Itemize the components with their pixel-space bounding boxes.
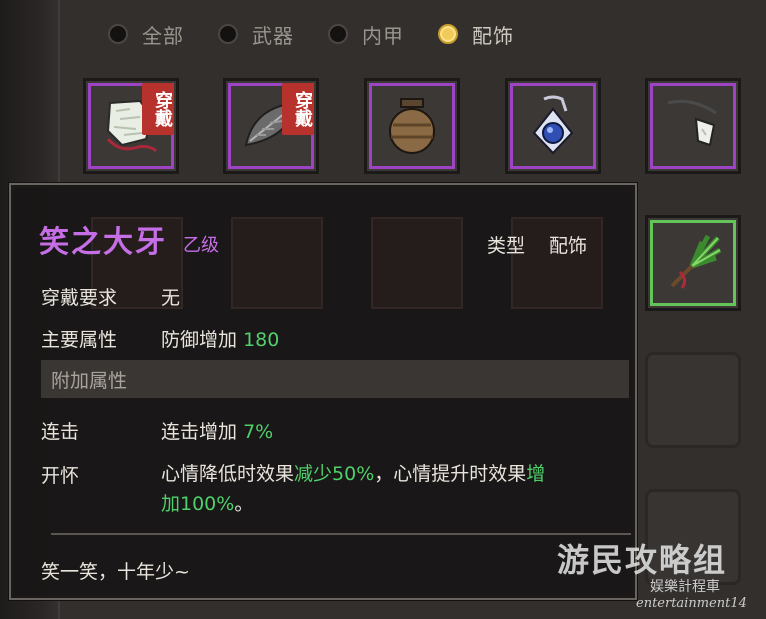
cheer-text: 。: [234, 493, 254, 515]
item-slot-4[interactable]: [505, 78, 601, 174]
combo-value: 连击增加 7%: [161, 417, 273, 444]
cheer-description: 心情降低时效果减少50%，心情提升时效果增加100%。: [161, 459, 631, 519]
category-tabs: 全部 武器 内甲 配饰: [108, 14, 548, 54]
tooth-necklace-icon: [667, 99, 717, 147]
tab-label: 武器: [252, 23, 294, 48]
item-slot-2[interactable]: 穿戴: [223, 78, 319, 174]
faded-item-slot: [371, 217, 463, 309]
empty-slot[interactable]: [645, 352, 741, 448]
main-attribute-value: 防御增加 180: [161, 325, 279, 352]
tab-weapon[interactable]: 武器: [218, 20, 294, 49]
cheer-text: ，心情提升时效果: [374, 463, 527, 485]
radio-icon[interactable]: [218, 24, 238, 44]
requirement-value: 无: [161, 287, 181, 309]
combo-text: 连击增加: [161, 421, 238, 443]
extra-attributes-header: 附加属性: [41, 360, 629, 398]
equipped-badge: 穿戴: [142, 83, 174, 135]
flavor-text: 笑一笑，十年少~: [41, 561, 190, 583]
combo-label: 连击: [41, 421, 80, 443]
defense-number: 180: [243, 329, 280, 351]
item-name: 笑之大牙: [39, 225, 167, 260]
radio-icon[interactable]: [108, 24, 128, 44]
watermark-en: entertainment14: [636, 596, 747, 611]
item-tooltip: 笑之大牙 乙级 类型 配饰 穿戴要求 无 主要属性 防御增加 180 附加属性 …: [9, 183, 637, 600]
item-type-label: 类型: [487, 235, 526, 257]
tab-armor[interactable]: 内甲: [328, 20, 404, 49]
cheer-number: 增: [526, 463, 546, 485]
item-slot-5[interactable]: [645, 78, 741, 174]
combo-number: 7%: [243, 421, 274, 443]
equipped-badge: 穿戴: [282, 83, 314, 135]
cheer-text: 心情降低时效果: [161, 463, 295, 485]
item-grade: 乙级: [183, 235, 219, 256]
watermark-sub: 娱樂計程車: [650, 579, 720, 595]
radio-selected-icon[interactable]: [438, 24, 458, 44]
tab-all[interactable]: 全部: [108, 20, 184, 49]
item-slot-1[interactable]: 穿戴: [83, 78, 179, 174]
tab-label: 全部: [142, 23, 184, 48]
requirement-label: 穿戴要求: [41, 287, 118, 309]
cheer-number: 减少50%: [294, 463, 375, 485]
divider: [51, 533, 631, 535]
cheer-label: 开怀: [41, 465, 80, 487]
item-type-value: 配饰: [549, 235, 588, 257]
main-attribute-label: 主要属性: [41, 329, 118, 351]
section-title: 附加属性: [51, 370, 128, 392]
faded-item-slot: [231, 217, 323, 309]
green-herb-bundle-icon: [670, 234, 722, 289]
item-slot-3[interactable]: [364, 78, 460, 174]
main-attribute-text: 防御增加: [161, 329, 238, 351]
tab-label: 内甲: [362, 23, 404, 48]
radio-icon[interactable]: [328, 24, 348, 44]
item-slot-6[interactable]: [645, 215, 741, 311]
clay-jar-icon: [389, 98, 435, 154]
tab-label: 配饰: [472, 23, 514, 48]
blue-gem-amulet-icon: [532, 95, 574, 155]
watermark-logo: 游民攻略组: [557, 541, 728, 579]
tab-accessory[interactable]: 配饰: [438, 20, 514, 49]
cheer-number: 加100%: [161, 493, 235, 515]
